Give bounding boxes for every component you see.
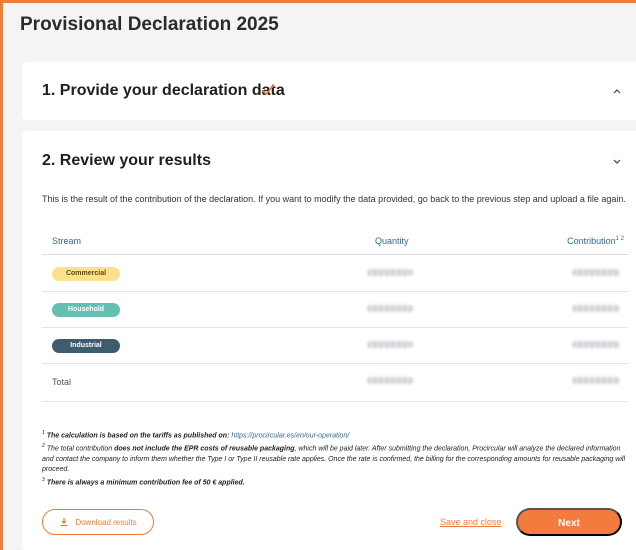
total-label: Total bbox=[52, 377, 72, 387]
footnote-2: 2 The total contribution does not includ… bbox=[42, 443, 625, 473]
table-row: Industrial bbox=[42, 328, 628, 364]
header-quantity: Quantity bbox=[375, 236, 409, 246]
page-title: Provisional Declaration 2025 bbox=[20, 14, 279, 35]
save-and-close-link[interactable]: Save and close bbox=[440, 517, 502, 527]
download-results-button[interactable]: Download results bbox=[42, 509, 154, 535]
quantity-value-redacted bbox=[367, 269, 413, 276]
contribution-value-redacted bbox=[572, 269, 620, 276]
footnote-1-text: The calculation is based on the tariffs … bbox=[46, 432, 232, 440]
header-contribution-footnotes: 1 2 bbox=[615, 236, 624, 242]
tariffs-link[interactable]: https://procircular.es/en/our-operation/ bbox=[231, 432, 349, 439]
step2-intro: This is the result of the contribution o… bbox=[42, 194, 626, 204]
table-row: Household bbox=[42, 292, 628, 328]
footnote-2-bold: does not include the EPR costs of reusab… bbox=[114, 445, 295, 453]
download-icon bbox=[60, 518, 68, 527]
quantity-value-redacted bbox=[367, 341, 413, 348]
total-quantity-redacted bbox=[367, 377, 413, 384]
chevron-up-icon[interactable] bbox=[612, 86, 622, 96]
download-results-label: Download results bbox=[75, 517, 137, 527]
stream-badge-commercial: Commercial bbox=[52, 267, 120, 281]
footnote-3: 3 There is always a minimum contribution… bbox=[42, 476, 245, 486]
step1-card[interactable]: 1. Provide your declaration data bbox=[22, 62, 636, 120]
footnote-2-text-a: The total contribution bbox=[46, 445, 115, 453]
total-contribution-redacted bbox=[572, 377, 620, 384]
header-contribution: Contribution1 2 bbox=[567, 236, 624, 246]
next-button[interactable]: Next bbox=[516, 508, 622, 536]
stream-badge-household: Household bbox=[52, 303, 120, 317]
header-contribution-label: Contribution bbox=[567, 236, 616, 246]
table-row-total: Total bbox=[42, 364, 628, 402]
table-row: Commercial bbox=[42, 256, 628, 292]
chevron-down-icon[interactable] bbox=[612, 156, 622, 166]
contribution-value-redacted bbox=[572, 305, 620, 312]
step2-title: 2. Review your results bbox=[42, 152, 211, 169]
step1-title: 1. Provide your declaration data bbox=[42, 82, 285, 99]
footnote-1: 1 The calculation is based on the tariff… bbox=[42, 430, 350, 440]
step2-card: 2. Review your results This is the resul… bbox=[22, 131, 636, 550]
stream-badge-industrial: Industrial bbox=[52, 339, 120, 353]
results-table-header: Stream Quantity Contribution1 2 bbox=[42, 233, 628, 255]
header-stream: Stream bbox=[52, 236, 82, 246]
contribution-value-redacted bbox=[572, 341, 620, 348]
quantity-value-redacted bbox=[367, 305, 413, 312]
footnotes: 1 The calculation is based on the tariff… bbox=[42, 428, 626, 488]
checkmark-icon bbox=[261, 84, 275, 96]
footnote-3-text: There is always a minimum contribution f… bbox=[46, 478, 245, 486]
